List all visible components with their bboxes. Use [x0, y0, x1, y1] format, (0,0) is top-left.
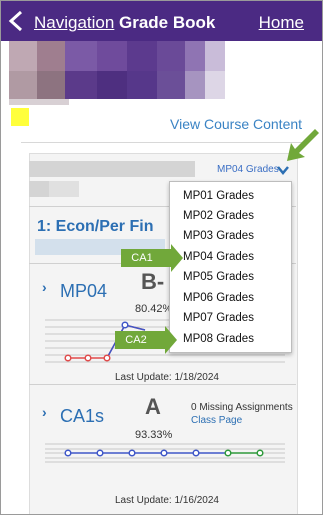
top-bar: Navigation Grade Book Home [1, 1, 322, 41]
redacted-bar [29, 161, 195, 177]
dropdown-option[interactable]: MP06 Grades [183, 292, 254, 304]
home-link[interactable]: Home [259, 13, 304, 33]
callout-arrow-icon [157, 326, 177, 354]
dropdown-option[interactable]: MP08 Grades [183, 333, 254, 345]
row-name[interactable]: CA1s [60, 406, 104, 427]
callout-ca1: CA1 [121, 249, 163, 267]
dropdown-option[interactable]: MP01 Grades [183, 190, 254, 202]
course-title[interactable]: 1: Econ/Per Fin [37, 218, 153, 236]
divider [21, 142, 302, 143]
callout-ca2: CA2 [115, 331, 157, 349]
grade-percent: 80.42% [135, 303, 173, 315]
missing-assignments: 0 Missing Assignments [191, 402, 293, 413]
dropdown-option[interactable]: MP04 Grades [183, 251, 254, 263]
callout-arrow-icon [163, 244, 183, 272]
dropdown-option[interactable]: MP02 Grades [183, 210, 254, 222]
row-name[interactable]: MP04 [60, 281, 107, 302]
grade-percent: 93.33% [135, 429, 173, 441]
back-chevron-icon[interactable] [7, 10, 25, 32]
last-update: Last Update: 1/18/2024 [115, 372, 219, 383]
pointer-arrow-icon [287, 129, 319, 161]
redacted-bar [29, 181, 49, 197]
last-update: Last Update: 1/16/2024 [115, 495, 219, 506]
row-divider [29, 384, 296, 385]
marking-period-dropdown: MP01 Grades MP02 Grades MP03 Grades MP04… [169, 181, 292, 353]
page-title: Grade Book [119, 13, 216, 32]
class-page-link[interactable]: Class Page [191, 415, 242, 426]
expand-chevron-icon[interactable]: › [42, 404, 47, 420]
letter-grade: B- [141, 269, 165, 294]
highlight-marker [11, 108, 29, 126]
marking-period-select[interactable]: MP04 Grades [217, 164, 279, 175]
dropdown-option[interactable]: MP03 Grades [183, 230, 254, 242]
dropdown-option[interactable]: MP07 Grades [183, 312, 254, 324]
app-frame: Navigation Grade Book Home View Course C… [0, 0, 323, 515]
redacted-bar [49, 181, 79, 197]
chevron-down-icon[interactable] [277, 165, 289, 175]
trend-sparkline [45, 443, 285, 463]
letter-grade: A [145, 394, 161, 419]
dropdown-option[interactable]: MP05 Grades [183, 271, 254, 283]
navigation-link[interactable]: Navigation [34, 13, 114, 33]
view-course-content-link[interactable]: View Course Content [170, 116, 302, 132]
expand-chevron-icon[interactable]: › [42, 279, 47, 295]
